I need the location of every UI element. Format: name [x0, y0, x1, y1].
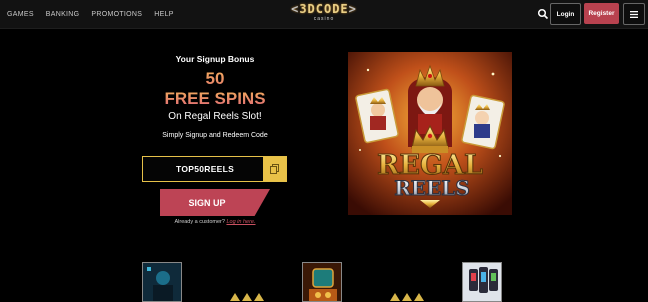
bonus-heading: Your Signup Bonus — [175, 54, 255, 64]
game-title-reels: REELS — [394, 176, 470, 200]
bonus-code-box[interactable]: TOP50REELS — [142, 156, 287, 182]
logo-brand: 3DCODE — [299, 2, 349, 16]
casino-logo[interactable]: <3DCODE> casino — [283, 3, 365, 25]
copy-code-button[interactable] — [263, 157, 286, 181]
nav-games[interactable]: GAMES — [7, 11, 34, 18]
hamburger-icon — [630, 10, 638, 18]
nav-promotions[interactable]: PROMOTIONS — [91, 11, 142, 18]
decorative-chevrons-1 — [230, 293, 264, 301]
already-customer-text: Already a customer? Log in here. — [140, 219, 290, 225]
already-customer-label: Already a customer? — [174, 219, 225, 225]
regal-reels-game-art[interactable]: REGAL REELS — [348, 52, 512, 215]
login-link[interactable]: Log in here. — [226, 219, 255, 225]
logo-subtitle: casino — [313, 16, 335, 22]
logo-right-bracket: > — [348, 2, 357, 16]
bonus-slot-name: On Regal Reels Slot! — [168, 111, 262, 122]
register-button[interactable]: Register — [584, 3, 619, 24]
menu-button[interactable] — [623, 3, 645, 25]
nav-banking[interactable]: BANKING — [46, 11, 80, 18]
search-icon[interactable] — [537, 7, 549, 20]
logo-wordmark: <3DCODE> — [283, 3, 365, 16]
decorative-chevrons-2 — [390, 293, 424, 301]
game-thumbnail-1[interactable] — [142, 262, 182, 302]
game-thumbnail-3[interactable] — [462, 262, 502, 302]
bonus-amount: 50 — [140, 69, 290, 89]
signup-bonus-panel: Your Signup Bonus 50 FREE SPINS On Regal… — [140, 52, 290, 140]
copy-icon — [270, 164, 279, 174]
main-nav: GAMES BANKING PROMOTIONS HELP — [7, 0, 174, 28]
redeem-instruction: Simply Signup and Redeem Code — [162, 132, 268, 139]
nav-help[interactable]: HELP — [154, 11, 174, 18]
bonus-free-spins: FREE SPINS — [140, 89, 290, 109]
signup-button[interactable]: SIGN UP — [160, 189, 270, 216]
login-button[interactable]: Login — [550, 3, 581, 25]
bonus-code[interactable]: TOP50REELS — [176, 157, 234, 181]
game-thumbnail-2[interactable] — [302, 262, 342, 302]
top-header: GAMES BANKING PROMOTIONS HELP <3DCODE> c… — [0, 0, 648, 29]
